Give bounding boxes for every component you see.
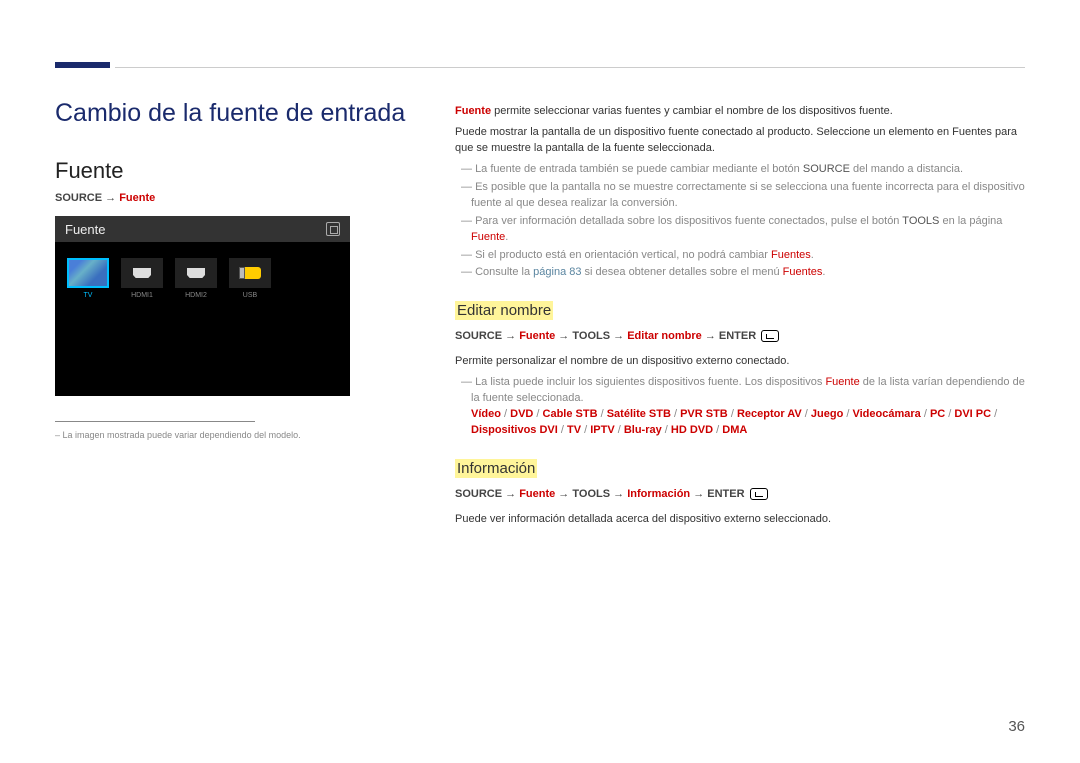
enter-icon xyxy=(761,330,779,342)
source-label: TV xyxy=(67,292,109,299)
source-item-usb: USB xyxy=(229,258,271,299)
source-label: HDMI1 xyxy=(121,292,163,299)
info-body: Puede ver información detallada acerca d… xyxy=(455,512,1025,528)
intro-rest: permite seleccionar varias fuentes y cam… xyxy=(491,105,893,117)
footnote-text: La imagen mostrada puede variar dependie… xyxy=(63,430,301,440)
usb-icon xyxy=(229,258,271,288)
source-item-tv: TV xyxy=(67,258,109,299)
left-column: Cambio de la fuente de entrada Fuente SO… xyxy=(55,98,415,440)
edit-body: Permite personalizar el nombre de un dis… xyxy=(455,354,1025,370)
intro-fuente: Fuente xyxy=(455,105,491,117)
nav-fuente: Fuente xyxy=(119,192,155,204)
footnote-divider xyxy=(55,421,255,422)
nav-path-informacion: SOURCE → Fuente → TOOLS → Información → … xyxy=(455,488,1025,500)
tv-icon xyxy=(67,258,109,288)
page-title: Cambio de la fuente de entrada xyxy=(55,98,415,128)
screenshot-header: Fuente xyxy=(55,216,350,242)
footnote: – La imagen mostrada puede variar depend… xyxy=(55,430,415,440)
page-link[interactable]: página 83 xyxy=(533,266,581,278)
note-item: Si el producto está en orientación verti… xyxy=(455,248,1025,264)
section-heading-fuente: Fuente xyxy=(55,158,415,184)
notes-block-1: La fuente de entrada también se puede ca… xyxy=(455,162,1025,282)
enter-icon xyxy=(750,488,768,500)
subheading-informacion: Información xyxy=(455,459,537,478)
source-label: HDMI2 xyxy=(175,292,217,299)
notes-block-2: La lista puede incluir los siguientes di… xyxy=(455,375,1025,439)
header-accent-bar xyxy=(55,62,110,68)
device-list: Vídeo / DVD / Cable STB / Satélite STB /… xyxy=(471,408,997,436)
note-item: Es posible que la pantalla no se muestre… xyxy=(455,180,1025,212)
header-rule xyxy=(115,67,1025,68)
intro-line2: Puede mostrar la pantalla de un disposit… xyxy=(455,125,1025,157)
source-item-hdmi2: HDMI2 xyxy=(175,258,217,299)
right-column: Fuente permite seleccionar varias fuente… xyxy=(455,104,1025,533)
page-number: 36 xyxy=(1008,718,1025,735)
note-item: La lista puede incluir los siguientes di… xyxy=(455,375,1025,439)
source-label: USB xyxy=(229,292,271,299)
nav-path-fuente: SOURCE → Fuente xyxy=(55,192,415,204)
note-item: La fuente de entrada también se puede ca… xyxy=(455,162,1025,178)
intro-line1: Fuente permite seleccionar varias fuente… xyxy=(455,104,1025,120)
hdmi-icon xyxy=(175,258,217,288)
hdmi-icon xyxy=(121,258,163,288)
subheading-editar-nombre: Editar nombre xyxy=(455,301,553,320)
nav-arrow: → xyxy=(102,192,119,204)
source-item-hdmi1: HDMI1 xyxy=(121,258,163,299)
screenshot-title: Fuente xyxy=(65,222,105,237)
screenshot-fuente: Fuente TV HDMI1 HDMI2 USB xyxy=(55,216,350,396)
tools-icon xyxy=(326,222,340,236)
note-item: Consulte la página 83 si desea obtener d… xyxy=(455,265,1025,281)
nav-source: SOURCE xyxy=(55,192,102,204)
nav-path-editar: SOURCE → Fuente → TOOLS → Editar nombre … xyxy=(455,330,1025,342)
source-thumbnails: TV HDMI1 HDMI2 USB xyxy=(55,242,350,315)
note-item: Para ver información detallada sobre los… xyxy=(455,214,1025,246)
footnote-prefix: – xyxy=(55,430,63,440)
